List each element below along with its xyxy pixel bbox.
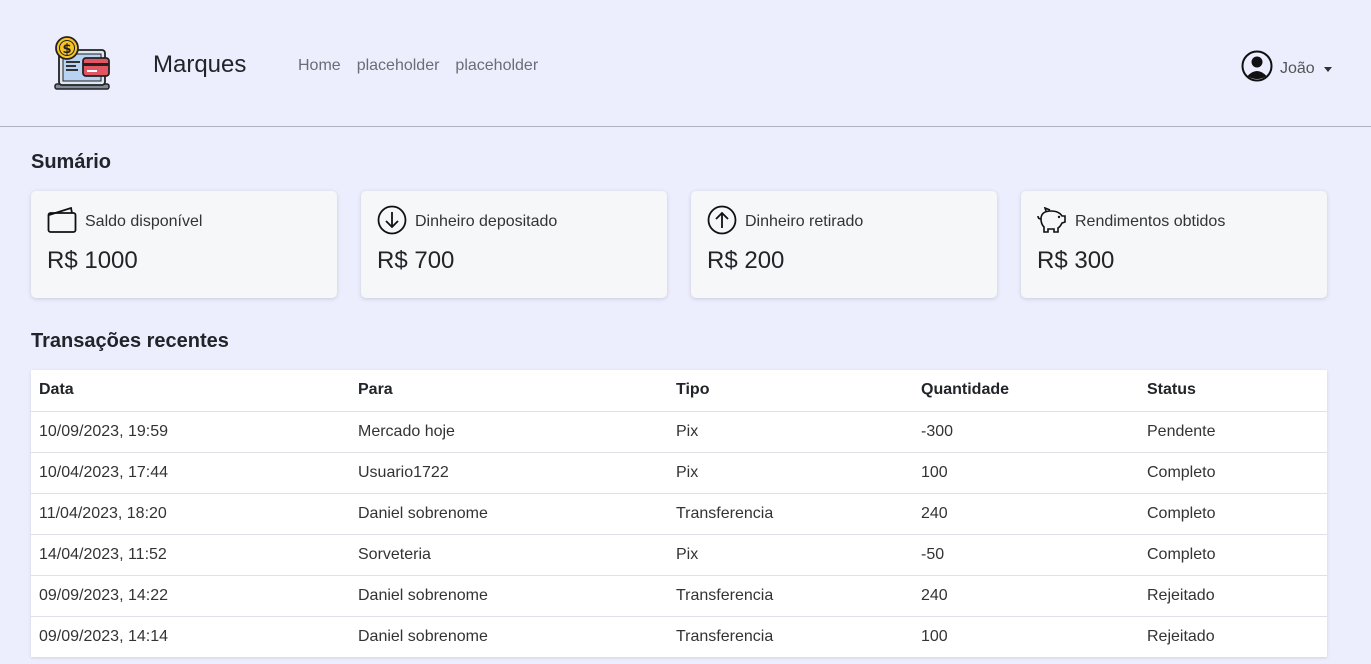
card-value: R$ 200	[707, 247, 785, 274]
cell-status: Pendente	[1139, 411, 1327, 453]
wallet-icon	[47, 206, 77, 239]
table-row[interactable]: 09/09/2023, 14:22 Daniel sobrenome Trans…	[31, 575, 1327, 617]
cell-type: Transferencia	[668, 493, 913, 535]
cell-status: Completo	[1139, 534, 1327, 576]
transactions-table: Data Para Tipo Quantidade Status 10/09/2…	[31, 370, 1327, 657]
cell-recipient: Daniel sobrenome	[350, 575, 668, 617]
arrow-down-circle-icon	[377, 205, 407, 240]
cell-date: 09/09/2023, 14:14	[39, 627, 169, 645]
column-header-quantidade: Quantidade	[913, 370, 1139, 412]
nav-placeholder-link-1[interactable]: placeholder	[357, 57, 440, 75]
cell-amount: -300	[913, 411, 1139, 453]
card-value: R$ 700	[377, 247, 455, 274]
cell-type: Pix	[668, 411, 913, 453]
cell-date: 10/09/2023, 19:59	[31, 411, 350, 453]
piggy-bank-icon	[1037, 206, 1067, 238]
cell-type: Pix	[668, 452, 913, 494]
transactions-title: Transações recentes	[31, 330, 229, 352]
navbar: $ Marques Home placeholder placeholder J…	[0, 0, 1371, 127]
cell-amount: 100	[921, 627, 948, 645]
card-value: R$ 300	[1037, 247, 1115, 274]
column-header-tipo: Tipo	[668, 370, 913, 412]
table-row[interactable]: 11/04/2023, 18:20 Daniel sobrenome Trans…	[31, 493, 1327, 535]
cell-status: Rejeitado	[1147, 627, 1215, 645]
cell-status: Rejeitado	[1139, 575, 1327, 617]
table-row[interactable]: 10/04/2023, 17:44 Usuario1722 Pix 100 Co…	[31, 452, 1327, 494]
card-label: Rendimentos obtidos	[1075, 213, 1226, 230]
user-circle-icon	[1241, 50, 1273, 87]
cell-date: 14/04/2023, 11:52	[31, 534, 350, 576]
card-earnings: Rendimentos obtidos R$ 300	[1021, 191, 1327, 298]
cell-date: 10/04/2023, 17:44	[31, 452, 350, 494]
card-label: Saldo disponível	[85, 213, 203, 230]
cell-recipient: Usuario1722	[350, 452, 668, 494]
card-deposited: Dinheiro depositado R$ 700	[361, 191, 667, 298]
cell-amount: 100	[913, 452, 1139, 494]
card-label: Dinheiro depositado	[415, 213, 558, 230]
cell-type: Transferencia	[668, 575, 913, 617]
brand-name[interactable]: Marques	[153, 51, 246, 79]
cell-amount: -50	[913, 534, 1139, 576]
cell-amount: 240	[913, 493, 1139, 535]
cell-amount: 240	[913, 575, 1139, 617]
nav-home-link[interactable]: Home	[298, 57, 341, 75]
table-row[interactable]: 09/09/2023, 14:14 Daniel sobrenome Trans…	[31, 616, 1327, 657]
user-menu[interactable]: João	[1241, 50, 1332, 87]
cell-status: Completo	[1139, 493, 1327, 535]
summary-title: Sumário	[31, 151, 112, 173]
cell-recipient: Sorveteria	[350, 534, 668, 576]
caret-down-icon	[1323, 67, 1332, 72]
column-header-status: Status	[1139, 370, 1327, 412]
nav-links: Home placeholder placeholder	[298, 57, 538, 75]
cell-type: Pix	[668, 534, 913, 576]
cell-recipient: Daniel sobrenome	[358, 627, 488, 645]
cell-status: Completo	[1139, 452, 1327, 494]
summary-cards: Saldo disponível R$ 1000 Dinheiro deposi…	[31, 191, 1327, 298]
table-row[interactable]: 14/04/2023, 11:52 Sorveteria Pix -50 Com…	[31, 534, 1327, 576]
table-row[interactable]: 10/09/2023, 19:59 Mercado hoje Pix -300 …	[31, 411, 1327, 453]
wallet-laptop-icon[interactable]: $	[51, 34, 111, 92]
user-name: João	[1280, 59, 1315, 77]
column-header-data: Data	[31, 370, 350, 412]
card-label: Dinheiro retirado	[745, 213, 864, 230]
table-header-row: Data Para Tipo Quantidade Status	[31, 370, 1327, 412]
svg-text:$: $	[62, 42, 71, 57]
arrow-up-circle-icon	[707, 205, 737, 240]
cell-recipient: Daniel sobrenome	[350, 493, 668, 535]
cell-recipient: Mercado hoje	[350, 411, 668, 453]
card-withdrawn: Dinheiro retirado R$ 200	[691, 191, 997, 298]
cell-date: 11/04/2023, 18:20	[31, 493, 350, 535]
card-saldo: Saldo disponível R$ 1000	[31, 191, 337, 298]
card-value: R$ 1000	[47, 247, 138, 274]
nav-placeholder-link-2[interactable]: placeholder	[455, 57, 538, 75]
column-header-para: Para	[350, 370, 668, 412]
cell-type: Transferencia	[676, 627, 774, 645]
cell-date: 09/09/2023, 14:22	[31, 575, 350, 617]
